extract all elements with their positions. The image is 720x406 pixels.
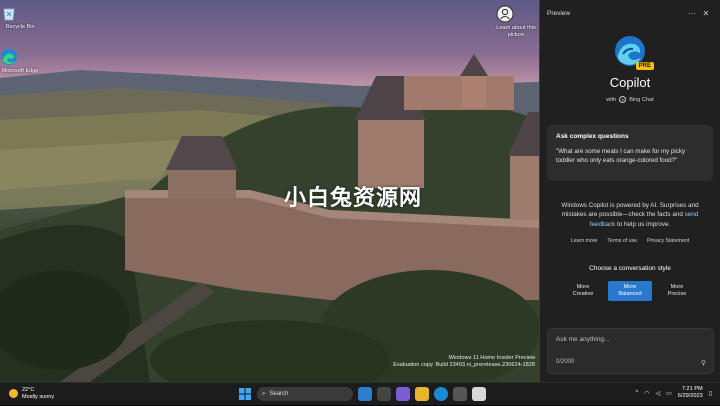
char-counter: 0/2000 [556,359,575,365]
build-watermark-line1: Windows 11 Home Insider Preview [448,354,535,361]
desktop-icon-label: Learn about this picture [496,25,536,38]
ai-disclaimer: Windows Copilot is powered by AI. Surpri… [552,201,708,229]
desktop-icon-recycle-bin[interactable]: Recycle Bin [0,4,40,31]
learn-picture-icon [496,5,525,23]
learn-more-link[interactable]: Learn more [571,238,598,244]
clock-date: 6/29/2023 [677,393,703,400]
search-icon: ⌕ [262,390,266,397]
weather-widget[interactable]: 22°C Mostly sunny [9,387,54,400]
style-line2: Precise [667,291,687,298]
taskbar-search[interactable]: ⌕ Search [257,387,353,401]
suggestion-card-title: Ask complex questions [556,133,629,140]
tray-expand-icon[interactable]: ^ [635,390,638,396]
store-icon[interactable] [453,387,467,401]
task-view-icon[interactable] [377,387,391,401]
bing-icon: b [619,96,627,103]
conversation-style-title: Choose a conversation style [589,265,671,273]
desktop-icon-edge[interactable]: Microsoft Edge [0,48,40,75]
start-icon[interactable] [238,387,252,401]
privacy-statement-link[interactable]: Privacy Statement [647,238,689,244]
sun-icon [9,389,18,399]
chat-input-placeholder: Ask me anything... [556,336,610,343]
pane-header: Preview ··· ✕ [540,0,720,26]
teams-icon[interactable] [396,387,410,401]
copilot-pane: Preview ··· ✕ PRE Copilot with b Bing Ch… [539,0,720,382]
volume-icon[interactable]: ◁ [656,390,661,397]
notepad-icon[interactable] [472,387,486,401]
style-line1: More [623,284,637,291]
build-watermark: Windows 11 Home Insider Preview Evaluati… [393,355,535,370]
desktop-icon-learn-picture[interactable]: Learn about this picture [496,5,536,38]
chat-input[interactable]: Ask me anything... 0/2000 ⚲ [547,328,714,374]
disclaimer-text-end: to help us improve. [617,220,671,228]
disclaimer-text: Windows Copilot is powered by AI. Surpri… [561,202,699,219]
notification-icon[interactable]: ▯ [709,390,712,397]
edge-icon[interactable] [434,387,448,401]
bing-chat-label: Bing Chat [629,96,654,103]
clock-time: 7:21 PM [681,386,703,392]
copilot-taskbar-icon[interactable] [358,387,372,401]
with-label: with [606,96,617,103]
desktop-icon-label: Microsoft Edge [1,68,39,74]
desktop: Recycle Bin Microsoft Edge Learn about t… [0,0,539,382]
style-line1: More [576,284,590,291]
suggestion-card[interactable]: Ask complex questions "What are some mea… [547,125,713,181]
copilot-logo: PRE [613,34,654,70]
clock[interactable]: 7:21 PM 6/29/2023 [678,386,703,401]
wallpaper-castle [0,54,539,382]
footer-links: Learn more Terms of use Privacy Statemen… [540,238,720,244]
recycle-bin-icon [3,4,29,22]
overlay-watermark-brand: 小白兔资源网 [284,186,423,211]
suggestion-card-body: "What are some meals I can make for my p… [556,148,686,164]
file-explorer-icon[interactable] [415,387,429,401]
build-watermark-line2: Evaluation copy. Build 23493.ni_prerelea… [393,362,535,369]
more-icon[interactable]: ··· [685,9,699,18]
terms-of-use-link[interactable]: Terms of use [607,238,637,244]
weather-condition: Mostly sunny [22,393,55,400]
close-icon[interactable]: ✕ [699,9,713,18]
style-balanced-button[interactable]: More Balanced [608,281,652,302]
system-tray: ^ ◠ ◁ ▭ 7:21 PM 6/29/2023 ▯ [635,386,712,401]
conversation-style-selector: More Creative More Balanced More Precise [540,281,720,302]
app-subtitle: with b Bing Chat [540,96,720,103]
pin-icon[interactable]: ⚲ [701,359,706,367]
taskbar: 22°C Mostly sunny ⌕ Search ^ ◠ ◁ ▭ 7:21 … [0,382,720,405]
pane-header-title: Preview [547,9,571,17]
preview-badge: PRE [635,62,654,70]
style-line1: More [670,284,684,291]
app-title: Copilot [609,75,651,90]
edge-icon [1,48,29,66]
style-creative-button[interactable]: More Creative [561,281,605,301]
style-line2: Creative [572,291,594,298]
taskbar-apps: ⌕ Search [238,387,486,401]
style-precise-button[interactable]: More Precise [655,281,699,301]
style-line2: Balanced [618,291,642,298]
battery-icon[interactable]: ▭ [666,390,672,397]
search-label: Search [269,391,289,397]
wifi-icon[interactable]: ◠ [644,390,649,397]
desktop-icon-label: Recycle Bin [5,24,35,30]
temperature: 22°C [22,387,35,393]
